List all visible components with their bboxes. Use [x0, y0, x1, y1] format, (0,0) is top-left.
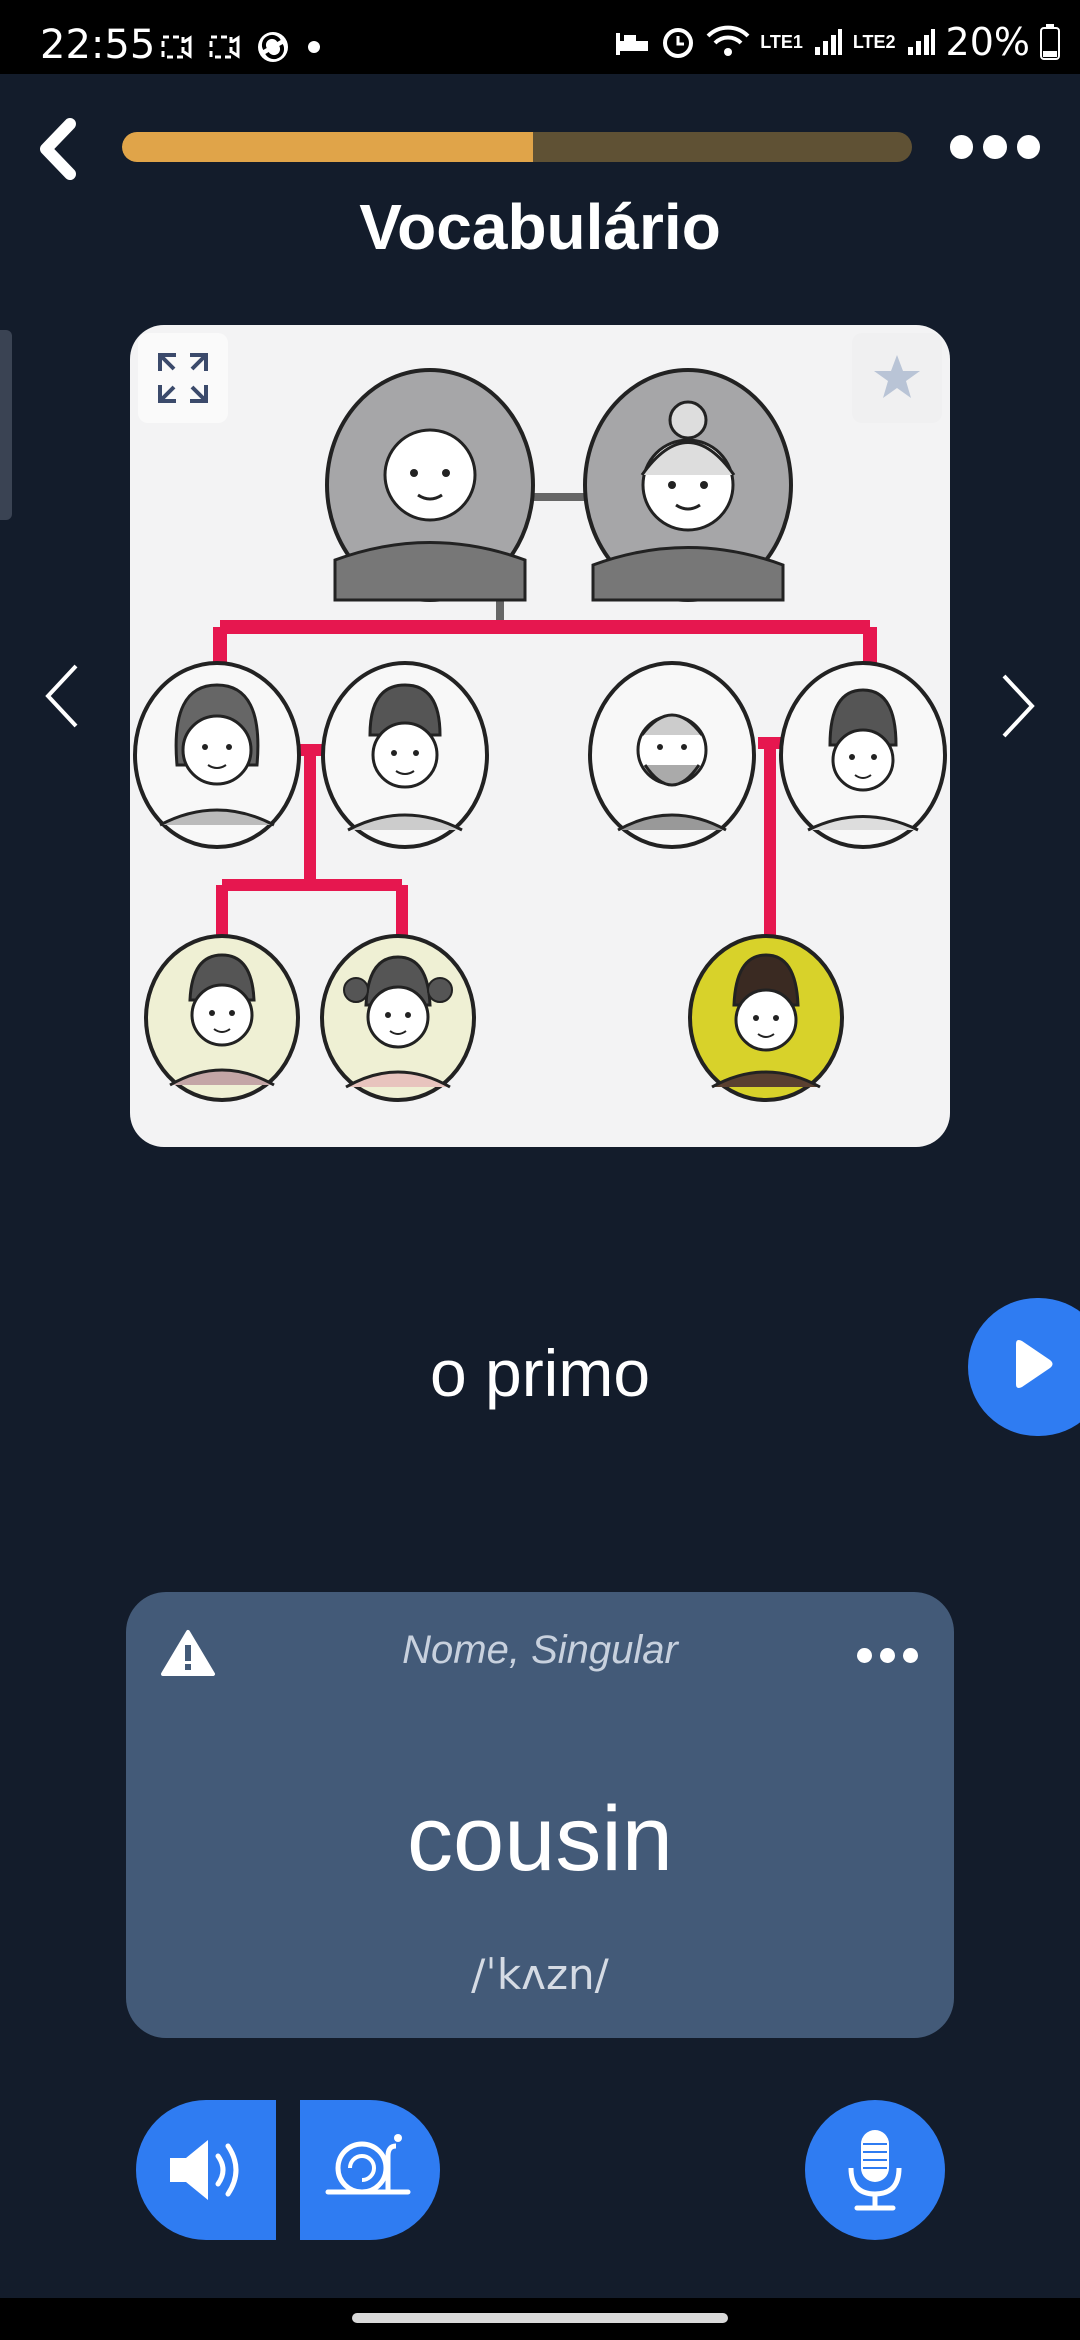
more-dot	[880, 1648, 895, 1663]
alarm-icon	[663, 28, 694, 58]
battery-percentage: 20%	[945, 20, 1030, 64]
chevron-left-icon	[40, 118, 76, 180]
more-dot	[903, 1648, 918, 1663]
card-options-button[interactable]	[857, 1648, 918, 1663]
expand-image-button[interactable]	[138, 333, 228, 423]
flashcard-image-card	[130, 325, 950, 1147]
battery-icon	[1040, 24, 1060, 60]
translation-text: cousin	[407, 1788, 673, 1890]
slow-audio-button[interactable]	[300, 2100, 440, 2240]
status-bar: 22:55 LTE1 LTE2 20%	[0, 0, 1080, 74]
cousin-boy-avatar	[144, 934, 300, 1102]
previous-card-button[interactable]	[40, 660, 84, 732]
progress-fill	[122, 132, 533, 162]
chevron-right-icon	[1002, 674, 1035, 738]
favorite-button[interactable]	[852, 333, 942, 423]
next-card-button[interactable]	[996, 670, 1040, 742]
grandfather-avatar	[325, 368, 535, 602]
home-indicator[interactable]	[352, 2313, 728, 2323]
speaker-icon	[170, 2140, 239, 2200]
microphone-icon	[848, 2130, 902, 2211]
play-icon	[1016, 1340, 1053, 1388]
audio-button[interactable]	[136, 2100, 276, 2240]
sleep-icon	[616, 33, 649, 55]
aunt-avatar	[133, 661, 301, 849]
screenshot-icon	[161, 35, 192, 59]
translation-card: Nome, Singular cousin /ˈkʌzn/	[126, 1592, 954, 2038]
more-dot	[950, 135, 974, 159]
wifi-icon	[706, 25, 750, 56]
father-avatar	[588, 661, 756, 849]
snail-icon	[325, 2134, 411, 2195]
dot-icon	[308, 41, 320, 53]
page-title: Vocabulário	[359, 191, 721, 263]
uncle-avatar	[321, 661, 489, 849]
microphone-button[interactable]	[805, 2100, 945, 2240]
side-panel-handle[interactable]	[0, 330, 12, 520]
cousin-girl-avatar	[320, 934, 476, 1102]
star-icon	[874, 355, 920, 398]
sync-icon	[258, 32, 288, 62]
phonetic-transcription: /ˈkʌzn/	[471, 1950, 609, 1999]
highlighted-person-avatar	[688, 934, 844, 1102]
signal-icon-2	[907, 29, 935, 55]
lesson-progress-bar	[122, 132, 912, 162]
more-dot	[857, 1648, 872, 1663]
grandmother-avatar	[583, 368, 793, 602]
mother-avatar	[779, 661, 947, 849]
more-options-button[interactable]	[950, 132, 1040, 162]
signal-icon	[814, 29, 842, 55]
more-dot	[1016, 135, 1040, 159]
network-label-1: LTE1	[760, 31, 803, 52]
word-type-label: Nome, Singular	[402, 1628, 678, 1672]
network-label-2: LTE2	[852, 31, 896, 52]
chevron-left-icon	[45, 664, 78, 728]
screen-record-icon	[209, 35, 240, 59]
family-tree-illustration	[133, 368, 947, 1102]
vocabulary-word: o primo	[429, 1336, 651, 1410]
play-audio-button[interactable]	[968, 1298, 1080, 1436]
status-system-icons: LTE1 LTE2 20%	[614, 20, 1060, 64]
back-button[interactable]	[30, 114, 90, 184]
expand-icon	[158, 353, 208, 403]
status-time: 22:55	[40, 22, 156, 68]
more-dot	[983, 135, 1007, 159]
status-notification-icons	[160, 30, 322, 64]
